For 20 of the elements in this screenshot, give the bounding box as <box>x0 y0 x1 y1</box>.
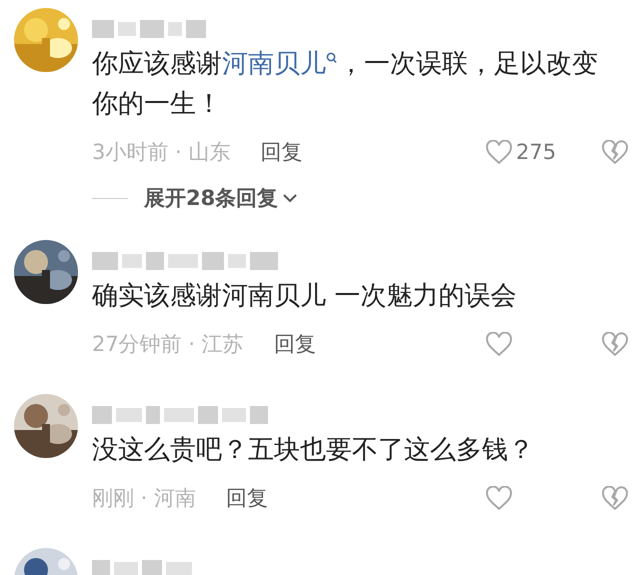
comment-text: 没这么贵吧？五块也要不了这么多钱？ <box>92 434 535 467</box>
reply-button[interactable]: 回复 <box>260 138 302 166</box>
comment-text: 确实该感谢河南贝儿 一次魅力的误会 <box>92 280 518 313</box>
reply-button[interactable]: 回复 <box>274 330 316 358</box>
broken-heart-icon[interactable] <box>602 140 628 164</box>
heart-icon[interactable] <box>486 332 512 356</box>
comment-time-location: 3小时前 · 山东 <box>92 139 230 166</box>
reply-button[interactable]: 回复 <box>226 484 268 512</box>
search-icon <box>326 52 338 66</box>
chevron-down-icon <box>282 193 298 203</box>
expand-replies-link[interactable]: 展开28条回复 <box>144 184 278 212</box>
comment-time-location: 刚刚 · 河南 <box>92 485 196 512</box>
broken-heart-icon[interactable] <box>602 486 628 510</box>
broken-heart-icon[interactable] <box>602 332 628 356</box>
comment-time-location: 27分钟前 · 江苏 <box>92 331 244 358</box>
topic-link[interactable]: 河南贝儿 <box>222 49 338 79</box>
heart-icon[interactable] <box>486 140 512 164</box>
heart-icon[interactable] <box>486 486 512 510</box>
like-count: 275 <box>516 140 556 164</box>
comment-text: 你应该感谢河南贝儿 ，一次误联，足以改变你的一生！ <box>92 48 599 121</box>
